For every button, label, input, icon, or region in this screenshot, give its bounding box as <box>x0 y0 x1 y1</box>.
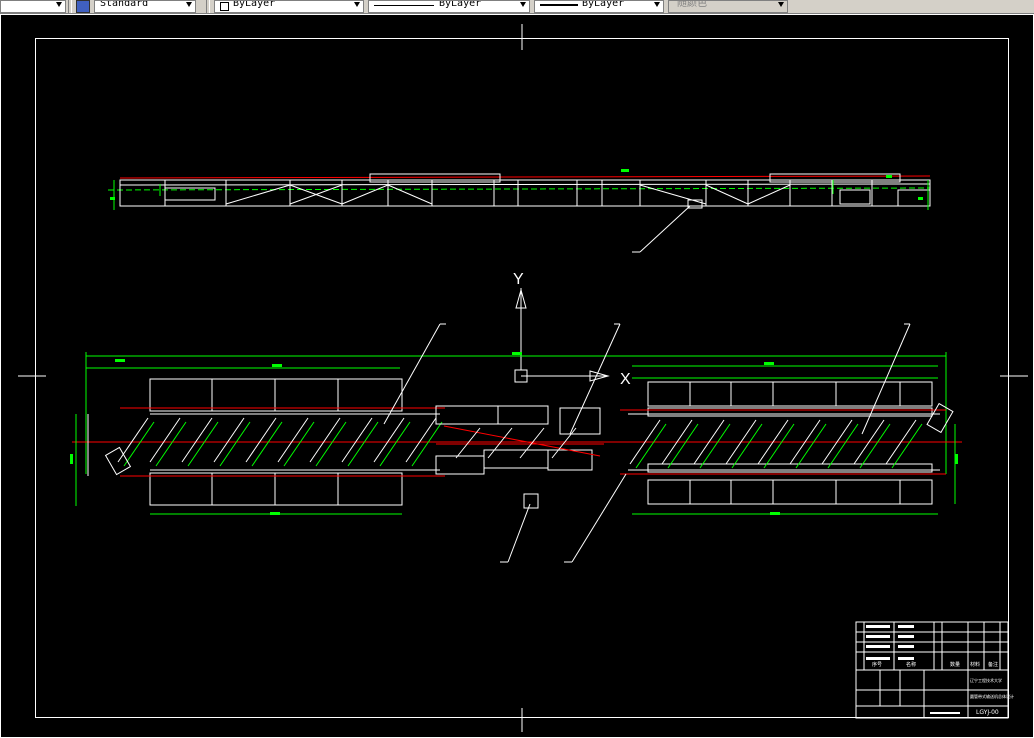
lineweight-select[interactable]: ByLayer <box>534 0 664 13</box>
plot-style-value: 随颜色 <box>677 0 707 9</box>
linetype-value: ByLayer <box>439 0 482 9</box>
text-style-icon[interactable] <box>76 0 90 13</box>
title-block-text: 序号 名称 数量 材料 备注 辽宁工程技术大学 圆管带式输送机总体设计 LGYJ… <box>872 661 1014 716</box>
toolbar-combo-partial[interactable] <box>0 0 66 13</box>
title-col-seq: 序号 <box>872 661 882 668</box>
title-col-note: 备注 <box>988 661 998 668</box>
plan-right-section <box>620 365 956 515</box>
chevron-down-icon[interactable] <box>518 1 528 12</box>
text-style-select[interactable]: Standard <box>94 0 196 13</box>
title-col-name: 名称 <box>906 661 916 668</box>
plan-left-section <box>75 367 445 515</box>
layer-color-select[interactable]: ByLayer <box>214 0 364 13</box>
plan-leaders <box>383 323 911 563</box>
title-col-qty: 数量 <box>950 661 960 668</box>
drawing-canvas[interactable]: Y X 序号 名称 数量 材料 备注 辽宁工程技术大学 圆管带式输送机总体设计 … <box>0 14 1034 738</box>
properties-toolbar: Standard ByLayer ByLayer ByLayer 随颜色 <box>0 0 1034 14</box>
ucs-icon <box>514 288 610 383</box>
plan-drive-section <box>435 405 604 509</box>
plan-view <box>70 323 962 563</box>
chevron-down-icon <box>776 1 786 12</box>
title-drawing-name: 圆管带式输送机总体设计 <box>970 693 1014 699</box>
color-swatch-icon <box>220 2 229 11</box>
linetype-select[interactable]: ByLayer <box>368 0 530 13</box>
chevron-down-icon[interactable] <box>54 1 64 12</box>
layer-color-value: ByLayer <box>233 0 276 9</box>
plot-style-select: 随颜色 <box>668 0 788 13</box>
text-style-value: Standard <box>100 0 149 9</box>
leader-side-view <box>632 205 691 253</box>
chevron-down-icon[interactable] <box>352 1 362 12</box>
toolbar-separator <box>206 0 210 13</box>
sheet-outer-border <box>0 14 1034 738</box>
toolbar-separator <box>68 0 72 13</box>
title-company: 辽宁工程技术大学 <box>970 677 1002 683</box>
chevron-down-icon[interactable] <box>184 1 194 12</box>
ucs-y-label: Y <box>513 271 524 288</box>
ucs-x-label: X <box>620 371 631 388</box>
title-col-material: 材料 <box>970 661 980 668</box>
side-elevation-view <box>107 169 931 253</box>
title-drawing-no: LGYJ-00 <box>976 709 999 716</box>
linetype-preview-icon <box>374 5 434 6</box>
lineweight-preview-icon <box>540 4 578 6</box>
chevron-down-icon[interactable] <box>652 1 662 12</box>
lineweight-value: ByLayer <box>582 0 625 9</box>
